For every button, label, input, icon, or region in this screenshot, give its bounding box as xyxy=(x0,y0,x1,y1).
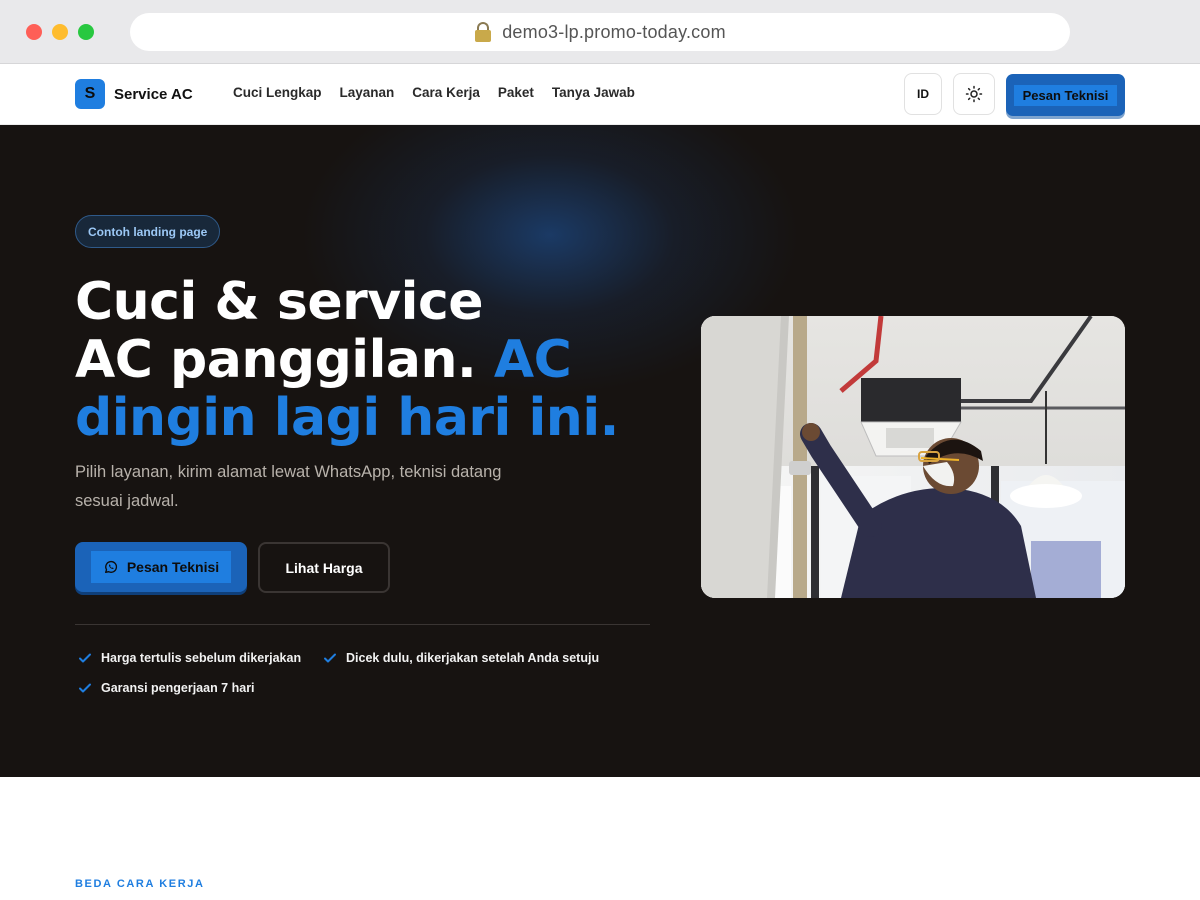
headline-line-2: AC panggilan. xyxy=(75,330,477,390)
whatsapp-icon xyxy=(104,560,117,573)
order-technician-header-button[interactable]: Pesan Teknisi xyxy=(1006,74,1125,116)
hero-subtitle: Pilih layanan, kirim alamat lewat WhatsA… xyxy=(75,463,502,510)
main-nav: Cuci Lengkap Layanan Cara Kerja Paket Ta… xyxy=(233,85,635,100)
brand-name[interactable]: Service AC xyxy=(114,86,193,103)
feature-label: Dicek dulu, dikerjakan setelah Anda setu… xyxy=(346,651,600,665)
address-bar[interactable]: demo3-lp.promo-today.com xyxy=(130,13,1070,51)
feature-label: Garansi pengerjaan 7 hari xyxy=(101,681,255,695)
example-badge: Contoh landing page xyxy=(75,215,221,248)
hero-divider xyxy=(75,624,650,625)
nav-tanya-jawab[interactable]: Tanya Jawab xyxy=(552,85,635,100)
feature-label: Harga tertulis sebelum dikerjakan xyxy=(101,651,302,665)
check-icon xyxy=(324,653,336,663)
site-header: S Service AC Cuci Lengkap Layanan Cara K… xyxy=(0,64,1200,125)
theme-toggle-button[interactable] xyxy=(953,73,995,115)
order-technician-header-label: Pesan Teknisi xyxy=(1013,84,1118,106)
maximize-window-button[interactable] xyxy=(78,24,94,40)
logo-icon[interactable]: S xyxy=(75,79,105,109)
how-it-works-section: BEDA CARA KERJA xyxy=(0,777,1200,900)
nav-layanan[interactable]: Layanan xyxy=(340,85,395,100)
close-window-button[interactable] xyxy=(26,24,42,40)
lock-icon xyxy=(474,22,492,42)
browser-chrome: demo3-lp.promo-today.com xyxy=(0,0,1200,64)
language-button[interactable]: ID xyxy=(904,73,942,115)
feature-item: Harga tertulis sebelum dikerjakan xyxy=(77,650,301,666)
sun-icon xyxy=(965,85,983,103)
order-technician-button[interactable]: Pesan Teknisi xyxy=(75,542,247,592)
url-text: demo3-lp.promo-today.com xyxy=(502,21,726,42)
minimize-window-button[interactable] xyxy=(52,24,68,40)
nav-cuci-lengkap[interactable]: Cuci Lengkap xyxy=(233,85,322,100)
nav-paket[interactable]: Paket xyxy=(498,85,534,100)
feature-item: Garansi pengerjaan 7 hari xyxy=(77,680,255,696)
feature-item: Dicek dulu, dikerjakan setelah Anda setu… xyxy=(322,650,599,666)
technician-photo xyxy=(701,316,1125,598)
nav-cara-kerja[interactable]: Cara Kerja xyxy=(412,85,480,100)
hero-headline: Cuci & service AC panggilan. AC dingin l… xyxy=(75,273,675,447)
headline-line-1: Cuci & service xyxy=(75,272,484,332)
headline-line-2-accent: AC xyxy=(493,330,572,390)
hero-section: Contoh landing page Cuci & service AC pa… xyxy=(0,125,1200,777)
check-icon xyxy=(79,653,91,663)
section-eyebrow: BEDA CARA KERJA xyxy=(75,878,205,890)
see-prices-button[interactable]: Lihat Harga xyxy=(258,542,390,593)
check-icon xyxy=(79,683,91,693)
headline-line-3-accent: dingin lagi hari ini. xyxy=(75,388,619,448)
order-technician-label: Pesan Teknisi xyxy=(126,559,220,575)
